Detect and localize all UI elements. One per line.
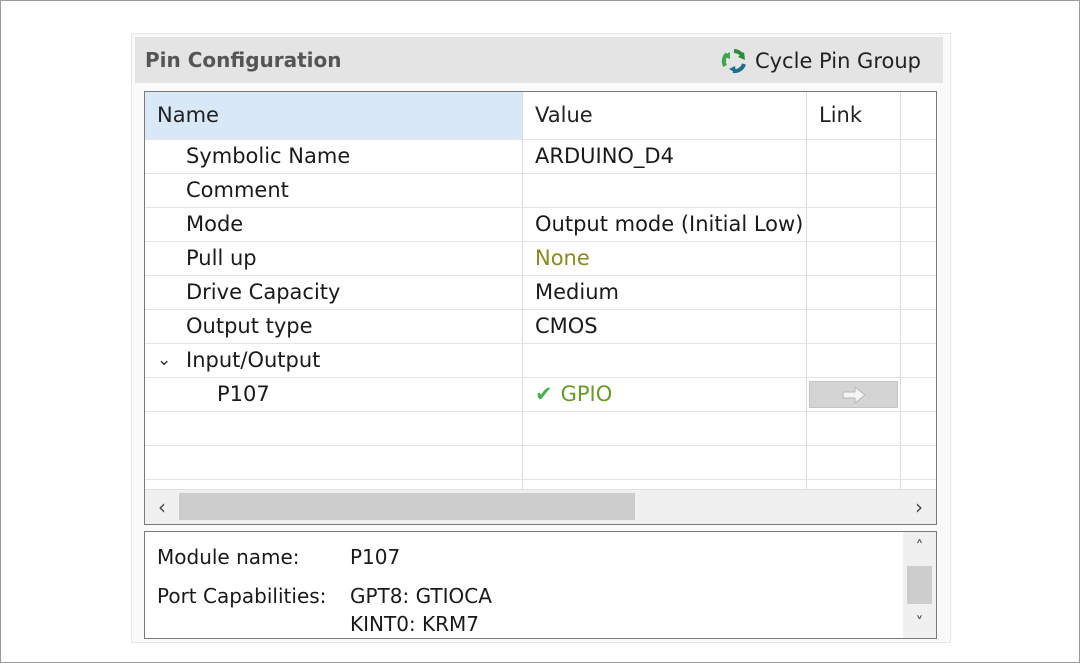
port-capabilities-label: Port Capabilities: [157, 584, 327, 608]
module-name-value: P107 [350, 545, 401, 569]
vertical-scrollbar[interactable]: ˄ ˅ [903, 532, 936, 638]
column-header-name[interactable]: Name [145, 92, 523, 139]
port-capability-line: KINT0: KRM7 [350, 612, 480, 636]
scroll-down-icon[interactable]: ˅ [903, 608, 936, 638]
row-name: Comment [186, 178, 289, 202]
link-navigate-button[interactable] [809, 381, 898, 408]
table-row-p107[interactable]: P107 ✔ GPIO [145, 377, 936, 412]
row-name: Input/Output [186, 348, 321, 372]
column-header-link[interactable]: Link [807, 92, 901, 139]
row-name: Output type [186, 314, 313, 338]
row-value[interactable]: ✔ GPIO [535, 378, 612, 412]
row-name: Drive Capacity [186, 280, 341, 304]
row-name: P107 [217, 382, 270, 406]
cycle-pin-group-button[interactable]: Cycle Pin Group [721, 47, 921, 75]
row-value[interactable]: Output mode (Initial Low) [535, 208, 803, 242]
table-row-comment[interactable]: Comment [145, 173, 936, 208]
row-name: Mode [186, 212, 244, 236]
row-name: Pull up [186, 246, 257, 270]
scroll-left-icon[interactable]: ‹ [145, 490, 179, 524]
row-value[interactable]: None [535, 242, 590, 276]
gpio-value: GPIO [560, 382, 613, 406]
scroll-right-icon[interactable]: › [902, 490, 936, 524]
table-row-symbolic-name[interactable]: Symbolic Name ARDUINO_D4 [145, 139, 936, 174]
arrow-right-icon [842, 385, 866, 404]
row-value[interactable]: ARDUINO_D4 [535, 140, 674, 174]
panel-title: Pin Configuration [145, 48, 342, 72]
horizontal-scroll-thumb[interactable] [179, 493, 635, 520]
table-row-output-type[interactable]: Output type CMOS [145, 309, 936, 344]
horizontal-scrollbar[interactable]: ‹ › [145, 489, 936, 524]
vertical-scroll-thumb[interactable] [907, 566, 932, 604]
row-name: Symbolic Name [186, 144, 351, 168]
port-capability-line: GPT8: GTIOCA [350, 584, 492, 608]
column-header-filler [901, 92, 936, 139]
check-icon: ✔ [535, 382, 553, 406]
module-name-label: Module name: [157, 545, 300, 569]
table-row-empty [145, 445, 936, 480]
panel-title-bar: Pin Configuration Cycle Pin Group [135, 37, 943, 83]
chevron-down-icon[interactable]: ⌄ [157, 344, 171, 378]
cycle-arrows-icon [721, 49, 746, 74]
table-row-empty [145, 411, 936, 446]
table-row-drive-capacity[interactable]: Drive Capacity Medium [145, 275, 936, 310]
table-row-mode[interactable]: Mode Output mode (Initial Low) [145, 207, 936, 242]
table-header: Name Value Link [145, 92, 936, 139]
table-row-pull-up[interactable]: Pull up None [145, 241, 936, 276]
scroll-up-icon[interactable]: ˄ [903, 532, 936, 562]
properties-table: Name Value Link Symbolic Name ARDUINO_D4… [144, 91, 937, 525]
cycle-pin-group-label: Cycle Pin Group [754, 49, 921, 73]
row-value[interactable]: CMOS [535, 310, 598, 344]
row-value[interactable]: Medium [535, 276, 619, 310]
module-info-box: Module name: P107 Port Capabilities: GPT… [144, 531, 937, 639]
column-header-value[interactable]: Value [523, 92, 807, 139]
table-row-input-output[interactable]: ⌄ Input/Output [145, 343, 936, 378]
